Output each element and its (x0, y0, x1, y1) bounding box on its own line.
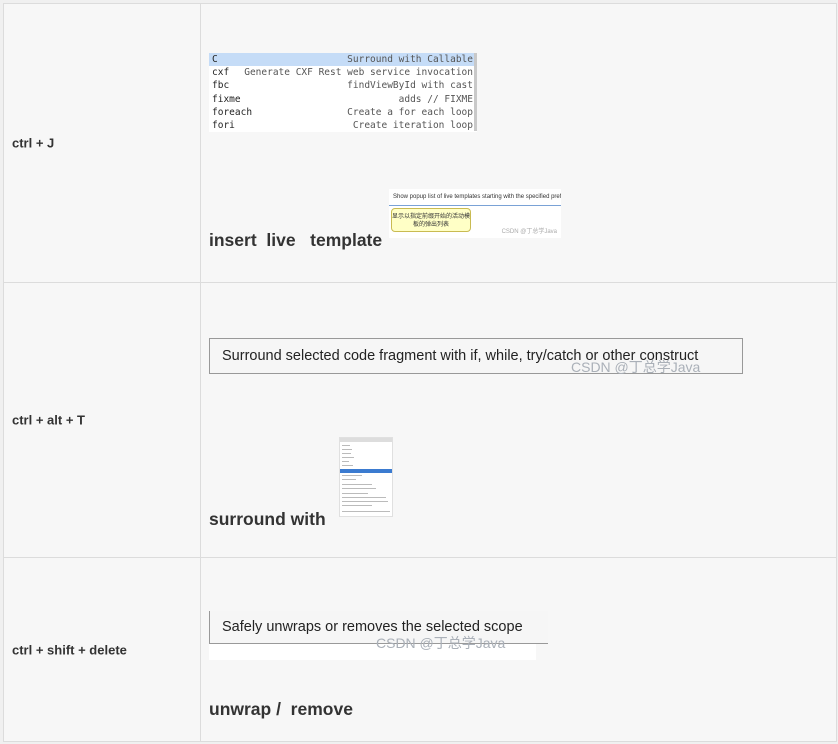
template-description: Generate CXF Rest web service invocation (244, 67, 473, 79)
popup-item[interactable]: fori Create iteration loop (209, 119, 477, 132)
template-description: Surround with Callable (347, 54, 473, 65)
popup-item[interactable]: fbc findViewById with cast (209, 79, 477, 92)
surround-menu-thumbnail (339, 437, 393, 517)
template-abbreviation: fixme (212, 93, 241, 105)
hint-bubble: 显示以指定前缀开始的活动模板的弹出列表 (391, 208, 471, 232)
description-cell: Safely unwraps or removes the selected s… (201, 558, 836, 741)
feature-caption: insert live template (209, 230, 383, 250)
template-abbreviation: foreach (212, 106, 253, 118)
hint-screenshot: Show popup list of live templates starti… (389, 189, 561, 238)
table-row: ctrl + shift + delete Safely unwraps or … (4, 558, 836, 741)
template-abbreviation: cxf (212, 67, 230, 79)
table-row: ctrl + alt + T Surround selected code fr… (4, 283, 836, 558)
template-description: Create iteration loop (352, 119, 473, 131)
shortcut-label: ctrl + J (12, 135, 55, 151)
live-template-popup: C Surround with Callable cxf Generate CX… (209, 53, 477, 133)
shortcut-cell: ctrl + alt + T (4, 283, 201, 557)
template-abbreviation: C (212, 54, 218, 65)
shortcut-label: ctrl + shift + delete (12, 642, 127, 657)
template-abbreviation: fbc (212, 80, 230, 92)
watermark: CSDN @丁总学Java (376, 635, 506, 651)
feature-caption: unwrap / remove (209, 699, 353, 719)
watermark: CSDN @丁总学Java (571, 359, 701, 375)
popup-item[interactable]: fixme adds // FIXME (209, 93, 477, 106)
shortcut-cell: ctrl + shift + delete (4, 558, 201, 741)
shortcut-table: ctrl + J C Surround with Callable cxf Ge… (3, 3, 837, 742)
template-description: Create a for each loop (347, 106, 473, 118)
table-row: ctrl + J C Surround with Callable cxf Ge… (4, 4, 836, 283)
feature-caption: surround with (209, 509, 326, 529)
popup-item[interactable]: foreach Create a for each loop (209, 106, 477, 119)
description-cell: Surround selected code fragment with if,… (201, 283, 836, 557)
template-description: findViewById with cast (347, 80, 473, 92)
popup-item[interactable]: cxf Generate CXF Rest web service invoca… (209, 66, 477, 79)
template-description: adds // FIXME (398, 93, 473, 105)
popup-scrollbar[interactable] (474, 53, 477, 131)
shortcut-label: ctrl + alt + T (12, 412, 85, 428)
description-cell: C Surround with Callable cxf Generate CX… (201, 4, 836, 282)
popup-item[interactable]: C Surround with Callable (209, 53, 477, 67)
watermark: CSDN @丁总学Java (501, 229, 557, 235)
template-abbreviation: fori (212, 119, 235, 131)
hint-text: Show popup list of live templates starti… (389, 189, 561, 206)
shortcut-cell: ctrl + J (4, 4, 201, 282)
